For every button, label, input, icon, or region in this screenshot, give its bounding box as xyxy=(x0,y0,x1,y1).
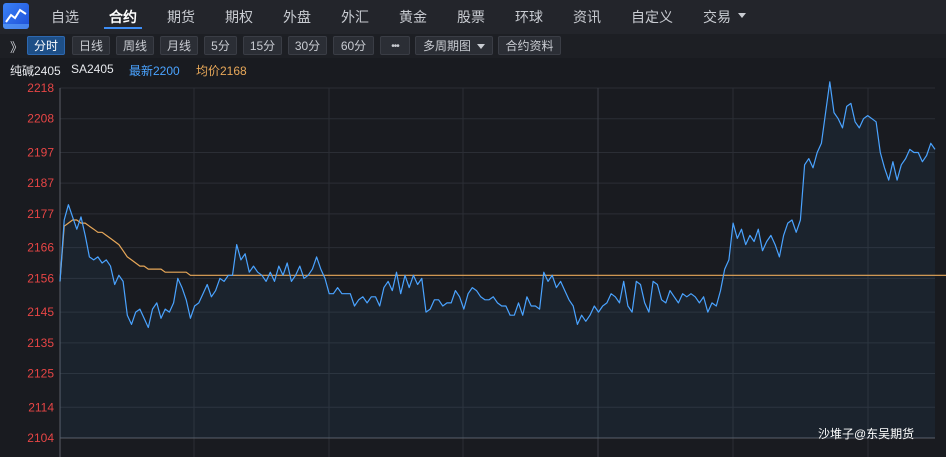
more-periods-button[interactable]: ••• xyxy=(380,36,410,55)
active-tab-underline xyxy=(104,27,142,29)
nav-tab-stocks[interactable]: 股票 xyxy=(457,0,485,34)
period-button-5min[interactable]: 5分 xyxy=(204,36,237,55)
nav-tab-forex[interactable]: 外汇 xyxy=(341,0,369,34)
top-navigation-bar: 自选 合约 期货 期权 外盘 外汇 黄金 股票 环球 资讯 自定义 交易 xyxy=(0,0,946,34)
y-tick-label: 2104 xyxy=(27,431,54,445)
collapse-panel-icon[interactable]: 》 xyxy=(10,37,23,56)
latest-price: 最新2200 xyxy=(129,64,180,78)
nav-tab-watchlist[interactable]: 自选 xyxy=(51,0,79,34)
y-tick-label: 2177 xyxy=(27,207,54,221)
contract-info-button[interactable]: 合约资料 xyxy=(498,36,561,55)
app-chart-logo-icon[interactable] xyxy=(3,3,29,29)
multi-period-dropdown[interactable]: 多周期图 xyxy=(415,36,493,55)
contract-name: 纯碱2405 xyxy=(10,64,61,78)
nav-tab-custom[interactable]: 自定义 xyxy=(631,0,673,34)
multi-period-label: 多周期图 xyxy=(422,39,471,53)
price-area-fill xyxy=(60,81,935,439)
y-tick-label: 2218 xyxy=(27,81,54,95)
y-tick-label: 2125 xyxy=(27,367,54,381)
y-tick-label: 2187 xyxy=(27,176,54,190)
period-button-intraday[interactable]: 分时 xyxy=(27,36,65,55)
nav-tab-futures[interactable]: 期货 xyxy=(167,0,195,34)
nav-tab-gold[interactable]: 黄金 xyxy=(399,0,427,34)
nav-tab-trade[interactable]: 交易 xyxy=(703,0,731,34)
intraday-price-chart[interactable]: 2218 2208 2197 2187 2177 2166 2156 2145 2135 2125… xyxy=(0,80,946,457)
author-watermark: 沙堆子@东吴期货 xyxy=(818,427,915,441)
y-tick-label: 2114 xyxy=(28,400,54,414)
contract-code: SA2405 xyxy=(71,62,114,76)
y-tick-label: 2156 xyxy=(27,271,54,285)
y-tick-label: 2135 xyxy=(27,336,54,350)
nav-tab-global[interactable]: 环球 xyxy=(515,0,543,34)
y-tick-label: 2208 xyxy=(27,112,54,126)
average-price: 均价2168 xyxy=(196,64,247,78)
y-tick-label: 2145 xyxy=(27,305,54,319)
period-button-daily[interactable]: 日线 xyxy=(72,36,110,55)
nav-tab-options[interactable]: 期权 xyxy=(225,0,253,34)
period-button-15min[interactable]: 15分 xyxy=(243,36,282,55)
nav-tab-news[interactable]: 资讯 xyxy=(573,0,601,34)
period-button-60min[interactable]: 60分 xyxy=(333,36,374,55)
y-tick-label: 2166 xyxy=(27,241,54,255)
period-button-30min[interactable]: 30分 xyxy=(288,36,327,55)
y-tick-label: 2197 xyxy=(27,145,54,159)
period-button-monthly[interactable]: 月线 xyxy=(160,36,198,55)
nav-tab-foreign-markets[interactable]: 外盘 xyxy=(283,0,311,34)
chart-toolbar: 》 分时 日线 周线 月线 5分 15分 30分 60分 ••• 多周期图 合约… xyxy=(0,34,946,58)
quote-info-bar: 纯碱2405 SA2405 最新2200 均价2168 xyxy=(0,58,946,80)
trade-dropdown-caret-icon[interactable] xyxy=(738,13,746,18)
period-button-weekly[interactable]: 周线 xyxy=(116,36,154,55)
chevron-down-icon xyxy=(477,44,485,50)
